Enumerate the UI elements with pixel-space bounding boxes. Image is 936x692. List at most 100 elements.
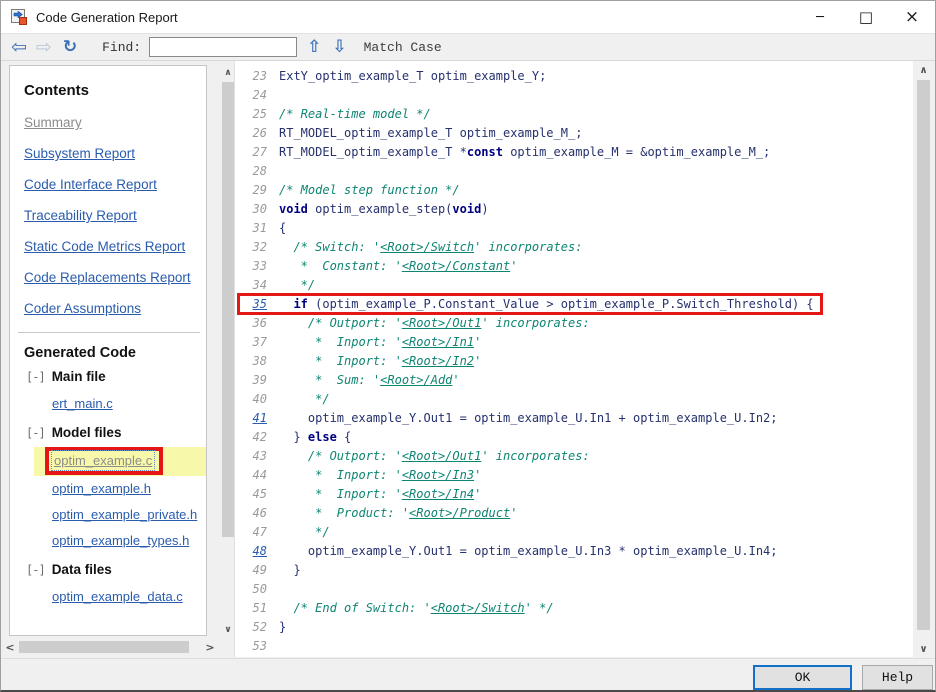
close-button[interactable]: × — [889, 1, 935, 33]
model-trace-link[interactable]: <Root>/In2 — [402, 354, 474, 368]
comment-text: * Constant: ' — [279, 259, 402, 273]
comment-text: ' incorporates: — [481, 316, 590, 330]
comment-text: ' — [452, 373, 460, 387]
code-text: /* End of Switch: '<Root>/Switch' */ — [279, 599, 553, 618]
model-trace-link[interactable]: <Root>/Product — [409, 506, 510, 520]
collapse-toggle-icon[interactable]: [-] — [26, 370, 46, 384]
code-text: optim_example_Y.Out1 = optim_example_U.I… — [279, 542, 778, 561]
file-link-ert-main-c[interactable]: ert_main.c — [52, 396, 113, 411]
code-text: /* Outport: '<Root>/Out1' incorporates: — [279, 314, 590, 333]
code-line: 51 /* End of Switch: '<Root>/Switch' */ — [235, 599, 913, 618]
line-number-link[interactable]: 48 — [235, 542, 267, 561]
code-text: optim_example_Y.Out1 = optim_example_U.I… — [279, 409, 778, 428]
code-fragment: } — [279, 430, 308, 444]
comment-text: /* Outport: ' — [279, 449, 402, 463]
model-trace-link[interactable]: <Root>/Add — [380, 373, 452, 387]
keyword: const — [466, 145, 503, 159]
code-line: 43 /* Outport: '<Root>/Out1' incorporate… — [235, 447, 913, 466]
model-trace-link[interactable]: <Root>/Switch — [431, 601, 525, 615]
file-link-optim-example-types-h[interactable]: optim_example_types.h — [52, 533, 189, 548]
file-link-optim-example-data-c[interactable]: optim_example_data.c — [52, 589, 183, 604]
model-trace-link[interactable]: <Root>/Out1 — [402, 316, 481, 330]
model-trace-link[interactable]: <Root>/Constant — [402, 259, 510, 273]
code-text: * Constant: '<Root>/Constant' — [279, 257, 518, 276]
line-number: 47 — [252, 525, 267, 539]
code-fragment: optim_example_M = &optim_example_M_; — [502, 145, 771, 159]
scroll-up-icon[interactable]: ∧ — [915, 62, 932, 78]
back-icon[interactable]: ⇦ — [11, 37, 27, 57]
scrollbar-thumb[interactable] — [19, 641, 189, 653]
toc-link-code-interface-report[interactable]: Code Interface Report — [24, 177, 206, 192]
code-line: 35 if (optim_example_P.Constant_Value > … — [235, 293, 913, 315]
scroll-up-icon[interactable]: ∧ — [221, 65, 235, 80]
line-number: 33 — [252, 259, 267, 273]
code-text: RT_MODEL_optim_example_T optim_example_M… — [279, 124, 582, 143]
code-fragment: ExtY_optim_example_T optim_example_Y; — [279, 69, 547, 83]
minimize-button[interactable]: ─ — [797, 1, 843, 33]
toc-link-code-replacements-report[interactable]: Code Replacements Report — [24, 270, 206, 285]
line-number: 27 — [252, 145, 267, 159]
line-number: 39 — [252, 373, 267, 387]
comment-text: ' — [474, 468, 482, 482]
code-line: 31 { — [235, 219, 913, 238]
file-link-optim-example-h[interactable]: optim_example.h — [52, 481, 151, 496]
toc-link-coder-assumptions[interactable]: Coder Assumptions — [24, 301, 206, 316]
scroll-down-icon[interactable]: ∨ — [915, 641, 932, 657]
code-fragment: optim_example_Y.Out1 = optim_example_U.I… — [279, 411, 778, 425]
scrollbar-thumb[interactable] — [222, 82, 234, 537]
toc-link-static-code-metrics-report[interactable]: Static Code Metrics Report — [24, 239, 206, 254]
code-text: * Inport: '<Root>/In1' — [279, 333, 481, 352]
toc-link-traceability-report[interactable]: Traceability Report — [24, 208, 206, 223]
comment-text: /* Outport: ' — [279, 316, 402, 330]
maximize-button[interactable]: □ — [843, 1, 889, 33]
forward-icon[interactable]: ⇨ — [36, 37, 52, 57]
tree-section-model-files: [-] Model files optim_example.c optim_examp… — [20, 425, 206, 554]
collapse-toggle-icon[interactable]: [-] — [26, 426, 46, 440]
tree-file-row: optim_example_data.c — [20, 584, 206, 610]
file-link-optim-example-c[interactable]: optim_example.c — [50, 450, 156, 471]
code-text: /* Real-time model */ — [279, 105, 431, 124]
line-number: 29 — [252, 183, 267, 197]
code-line: 39 * Sum: '<Root>/Add' — [235, 371, 913, 390]
line-number: 28 — [252, 164, 267, 178]
code-line: 33 * Constant: '<Root>/Constant' — [235, 257, 913, 276]
code-text: if (optim_example_P.Constant_Value > opt… — [279, 295, 813, 314]
line-number: 44 — [252, 468, 267, 482]
code-vertical-scrollbar[interactable]: ∧ ∨ — [915, 62, 932, 657]
scroll-left-icon[interactable]: < — [3, 641, 17, 654]
file-link-optim-example-private-h[interactable]: optim_example_private.h — [52, 507, 197, 522]
help-button[interactable]: Help — [862, 665, 933, 690]
toc-link-summary[interactable]: Summary — [24, 115, 206, 130]
sidebar-horizontal-scrollbar[interactable]: < > — [3, 640, 217, 654]
line-number-link[interactable]: 41 — [235, 409, 267, 428]
scroll-right-icon[interactable]: > — [203, 641, 217, 654]
line-number: 40 — [252, 392, 267, 406]
window-controls: ─ □ × — [797, 1, 935, 33]
model-trace-link[interactable]: <Root>/In1 — [402, 335, 474, 349]
code-fragment: RT_MODEL_optim_example_T * — [279, 145, 467, 159]
code-text: * Product: '<Root>/Product' — [279, 504, 517, 523]
scroll-down-icon[interactable]: ∨ — [221, 622, 235, 637]
code-line: 40 */ — [235, 390, 913, 409]
model-trace-link[interactable]: <Root>/In3 — [402, 468, 474, 482]
line-number: 24 — [252, 88, 267, 102]
model-trace-link[interactable]: <Root>/Switch — [380, 240, 474, 254]
match-case-toggle[interactable]: Match Case — [364, 40, 442, 55]
comment-text: /* Real-time model */ — [279, 107, 431, 121]
find-next-icon[interactable]: ⇩ — [332, 38, 346, 56]
model-trace-link[interactable]: <Root>/In4 — [402, 487, 474, 501]
sidebar-vertical-scrollbar[interactable]: ∧ ∨ — [221, 65, 235, 637]
find-previous-icon[interactable]: ⇧ — [307, 38, 321, 56]
code-line: 49 } — [235, 561, 913, 580]
code-line: 45 * Inport: '<Root>/In4' — [235, 485, 913, 504]
collapse-toggle-icon[interactable]: [-] — [26, 563, 46, 577]
refresh-icon[interactable]: ↻ — [63, 38, 77, 56]
scrollbar-thumb[interactable] — [917, 80, 930, 630]
code-generation-report-window: Code Generation Report ─ □ × ⇦ ⇨ ↻ Find:… — [0, 0, 936, 692]
ok-button[interactable]: OK — [753, 665, 852, 690]
line-number-link[interactable]: 35 — [235, 295, 267, 314]
code-line: 28 — [235, 162, 913, 181]
find-input[interactable] — [149, 37, 298, 57]
model-trace-link[interactable]: <Root>/Out1 — [402, 449, 481, 463]
toc-link-subsystem-report[interactable]: Subsystem Report — [24, 146, 206, 161]
